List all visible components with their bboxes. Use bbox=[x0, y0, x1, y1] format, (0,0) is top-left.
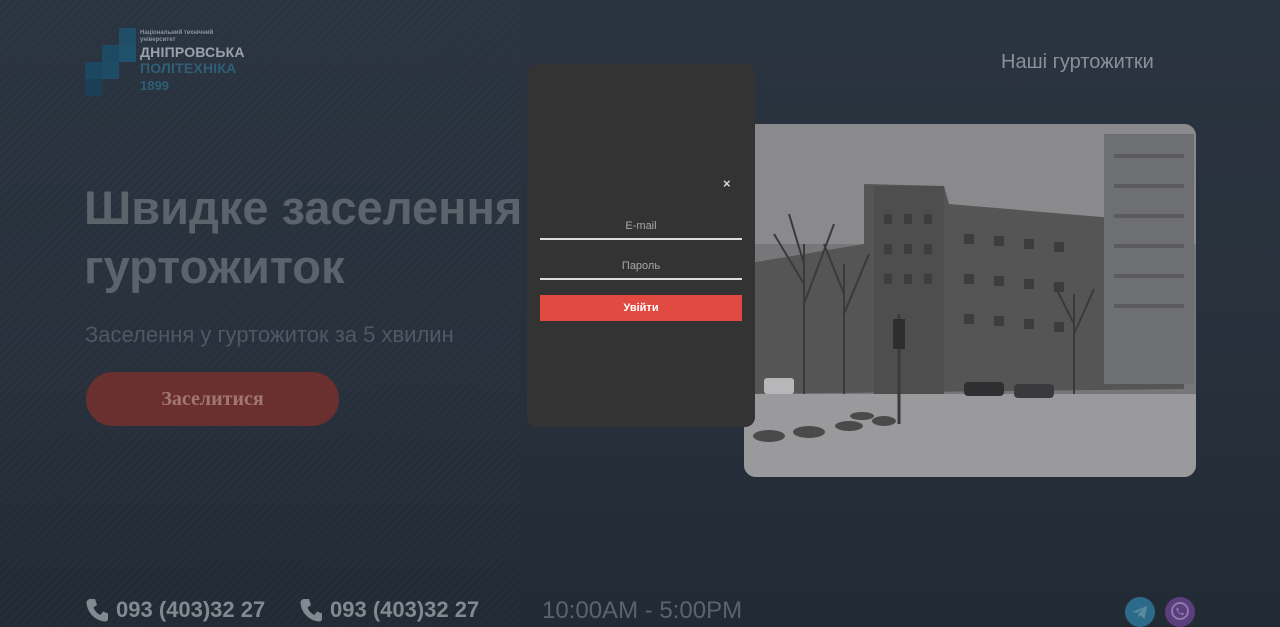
close-icon[interactable]: × bbox=[723, 176, 731, 191]
phone-icon bbox=[300, 599, 322, 622]
phone-number-2: 093 (403)32 27 bbox=[330, 597, 480, 622]
telegram-plane-glyph bbox=[1132, 606, 1147, 619]
phone-contact-1[interactable]: 093 (403)32 27 bbox=[86, 597, 265, 623]
dormitory-photo-graphic bbox=[744, 124, 1196, 477]
password-field[interactable] bbox=[540, 254, 742, 280]
hero-title: Швидке заселення гуртожиток bbox=[84, 178, 544, 296]
landing-page: Національний технічний університет ДНІПР… bbox=[0, 0, 1280, 627]
phone-number-1: 093 (403)32 27 bbox=[116, 597, 266, 622]
logo-square bbox=[119, 28, 136, 45]
logo-square bbox=[85, 62, 102, 79]
logo-square bbox=[119, 45, 136, 62]
logo-square bbox=[85, 79, 102, 96]
hero-title-line1: Швидке заселення bbox=[84, 181, 523, 234]
phone-contact-2[interactable]: 093 (403)32 27 bbox=[300, 597, 479, 623]
logo-square bbox=[102, 62, 119, 79]
dormitory-photo bbox=[744, 124, 1196, 477]
viber-icon[interactable] bbox=[1165, 597, 1195, 627]
check-in-button[interactable]: Заселитися bbox=[86, 372, 339, 426]
logo-caption: Національний технічний університет bbox=[140, 30, 214, 43]
hero-title-line2: гуртожиток bbox=[84, 240, 345, 293]
contacts-bar: 093 (403)32 27 093 (403)32 27 10:00AM - … bbox=[0, 597, 1280, 627]
telegram-icon[interactable] bbox=[1125, 597, 1155, 627]
login-button[interactable]: Увійти bbox=[540, 295, 742, 321]
phone-icon bbox=[86, 599, 108, 622]
working-hours: 10:00AM - 5:00PM bbox=[542, 597, 743, 624]
login-modal: × Увійти bbox=[527, 64, 755, 427]
logo-square bbox=[102, 45, 119, 62]
logo-name: ДНІПРОВСЬКА bbox=[140, 44, 245, 60]
email-field[interactable] bbox=[540, 214, 742, 240]
logo-name-second: ПОЛІТЕХНІКА bbox=[140, 60, 237, 76]
university-logo[interactable]: Національний технічний університет ДНІПР… bbox=[84, 26, 264, 96]
hero-subtitle: Заселення у гуртожиток за 5 хвилин bbox=[85, 322, 454, 347]
nav-dormitories-link[interactable]: Наші гуртожитки bbox=[1001, 51, 1154, 74]
logo-year: 1899 bbox=[140, 78, 169, 93]
viber-phone-glyph bbox=[1171, 602, 1189, 620]
